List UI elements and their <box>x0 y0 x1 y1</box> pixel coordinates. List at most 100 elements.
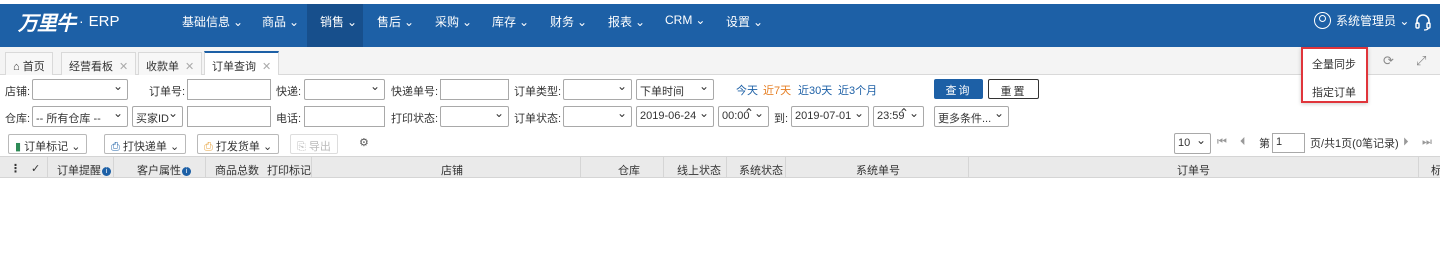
quick-today[interactable]: 今天 <box>736 82 758 98</box>
time-type-select[interactable]: 下单时间 <box>636 79 714 100</box>
nav-item-label: 基础信息 <box>182 15 231 29</box>
page-label: 第 <box>1259 138 1270 150</box>
order-no-label: 订单号: <box>149 86 186 98</box>
menu-item-specific-order[interactable]: 指定订单 <box>1312 84 1356 100</box>
print-delivery-button[interactable]: ⎙ 打发货单 ⌄ <box>197 134 280 154</box>
nav-item-products[interactable]: 商品 ⌄ <box>262 13 299 30</box>
phone-input[interactable] <box>304 106 385 127</box>
print-delivery-label: 打发货单 <box>215 141 260 153</box>
nav-item-label: 库存 <box>492 15 517 29</box>
column-shop[interactable]: 店铺 <box>441 162 463 178</box>
export-button[interactable]: ⎘ 导出 <box>290 134 338 154</box>
refresh-icon[interactable]: ⟳ <box>1383 53 1394 69</box>
close-icon[interactable]: ✕ <box>185 61 194 73</box>
nav-item-inventory[interactable]: 库存 ⌄ <box>492 13 529 30</box>
nav-item-finance[interactable]: 财务 ⌄ <box>550 13 587 30</box>
page-number-input[interactable]: 1 <box>1272 133 1305 153</box>
nav-item-reports[interactable]: 报表 ⌄ <box>608 13 645 30</box>
column-order-no[interactable]: 订单号 <box>1177 162 1210 178</box>
prev-page-icon[interactable]: ⏴ <box>1240 136 1246 149</box>
printer-icon: ⎙ <box>111 141 120 153</box>
chevron-down-icon: ⌄ <box>695 13 706 27</box>
more-conditions-button[interactable]: 更多条件... <box>934 106 1009 127</box>
brand-logo[interactable]: 万里牛 · ERP <box>18 8 120 35</box>
print-status-select[interactable] <box>440 106 509 127</box>
order-no-input[interactable] <box>187 79 271 100</box>
page-number-value: 1 <box>1276 136 1283 148</box>
tab-dashboard[interactable]: 经营看板 ✕ <box>61 52 137 75</box>
info-icon: i <box>102 167 111 176</box>
nav-item-settings[interactable]: 设置 ⌄ <box>726 13 763 30</box>
bookmark-icon: ▮ <box>15 141 22 153</box>
column-order-reminder[interactable]: 订单提醒 i <box>57 162 111 178</box>
logo-text: 万里牛 <box>18 10 76 35</box>
more-conditions-label: 更多条件... <box>938 113 992 125</box>
chevron-down-icon: ⌄ <box>233 15 244 29</box>
select-all-checkbox[interactable]: ✓ <box>31 162 40 175</box>
first-page-icon[interactable]: ⏮ <box>1217 136 1227 149</box>
quick-3months[interactable]: 近3个月 <box>838 82 877 98</box>
chevron-down-icon: ⌄ <box>519 15 530 29</box>
tracking-input[interactable] <box>440 79 509 100</box>
column-system-status[interactable]: 系统状态 <box>739 162 783 178</box>
menu-item-full-sync[interactable]: 全量同步 <box>1312 56 1356 72</box>
print-express-button[interactable]: ⎙ 打快递单 ⌄ <box>104 134 187 154</box>
express-select[interactable] <box>304 79 385 100</box>
print-status-label: 打印状态: <box>391 113 439 125</box>
nav-item-label: 销售 <box>320 15 345 29</box>
column-item-count[interactable]: 商品总数 <box>215 162 259 178</box>
buyer-input[interactable] <box>187 106 271 127</box>
column-customer-attr[interactable]: 客户属性 i <box>137 162 191 178</box>
nav-item-crm[interactable]: CRM ⌄ <box>665 13 705 27</box>
nav-item-sales[interactable]: 销售 ⌄ <box>320 13 357 30</box>
column-online-status[interactable]: 线上状态 <box>677 162 721 178</box>
fullscreen-icon[interactable]: ⤢ <box>1416 53 1426 69</box>
order-status-select[interactable] <box>563 106 632 127</box>
date-to-input[interactable]: 2019-07-01 <box>791 106 869 127</box>
column-print-mark[interactable]: 打印标记 <box>267 162 311 178</box>
time-to-input[interactable]: 23:59 <box>873 106 924 127</box>
next-page-icon[interactable]: ⏵ <box>1403 136 1409 149</box>
column-tag[interactable]: 标 <box>1431 162 1440 178</box>
column-divider <box>47 157 48 177</box>
nav-item-purchase[interactable]: 采购 ⌄ <box>435 13 472 30</box>
column-label: 客户属性 <box>137 165 181 177</box>
chevron-down-icon: ⌄ <box>71 141 81 153</box>
column-menu-icon[interactable]: ⋮ <box>10 162 21 175</box>
date-from-value: 2019-06-24 <box>640 110 697 122</box>
user-menu[interactable]: 系统管理员 ⌄ <box>1314 12 1409 29</box>
order-mark-button[interactable]: ▮ 订单标记 ⌄ <box>8 134 88 154</box>
order-type-select[interactable] <box>563 79 632 100</box>
nav-item-after-sales[interactable]: 售后 ⌄ <box>377 13 414 30</box>
column-system-no[interactable]: 系统单号 <box>856 162 900 178</box>
page-size-select[interactable]: 10 <box>1174 133 1211 154</box>
tab-receipt[interactable]: 收款单 ✕ <box>138 52 203 75</box>
nav-item-label: 报表 <box>608 15 633 29</box>
last-page-icon[interactable]: ⏭ <box>1422 136 1432 149</box>
date-from-input[interactable]: 2019-06-24 <box>636 106 714 127</box>
shop-select[interactable] <box>32 79 128 100</box>
buyer-field-select[interactable]: 买家ID <box>132 106 183 127</box>
quick-7days[interactable]: 近7天 <box>763 82 791 98</box>
column-divider <box>311 157 312 177</box>
nav-item-label: 售后 <box>377 15 402 29</box>
tab-home[interactable]: ⌂ 首页 <box>5 52 53 75</box>
nav-item-basic-info[interactable]: 基础信息 ⌄ <box>182 13 243 30</box>
tab-order-query[interactable]: 订单查询 ✕ <box>204 51 280 75</box>
column-warehouse[interactable]: 仓库 <box>618 162 640 178</box>
quick-30days[interactable]: 近30天 <box>798 82 832 98</box>
order-mark-label: 订单标记 <box>24 141 69 153</box>
buyer-field-value: 买家ID <box>136 113 169 125</box>
warehouse-select[interactable]: -- 所有仓库 -- <box>32 106 128 127</box>
sync-dropdown-menu: 全量同步 指定订单 <box>1301 47 1368 103</box>
search-button[interactable]: 查询 <box>934 79 983 99</box>
tab-label: 首页 <box>22 61 45 73</box>
reset-button[interactable]: 重置 <box>988 79 1039 99</box>
settings-gear-icon[interactable]: ⚙ <box>359 136 369 149</box>
close-icon[interactable]: ✕ <box>119 61 128 73</box>
headset-icon[interactable] <box>1414 13 1432 31</box>
close-icon[interactable]: ✕ <box>262 61 271 73</box>
time-from-input[interactable]: 00:00 <box>718 106 769 127</box>
printer-icon: ⎙ <box>204 141 213 153</box>
chevron-down-icon: ⌄ <box>289 15 300 29</box>
